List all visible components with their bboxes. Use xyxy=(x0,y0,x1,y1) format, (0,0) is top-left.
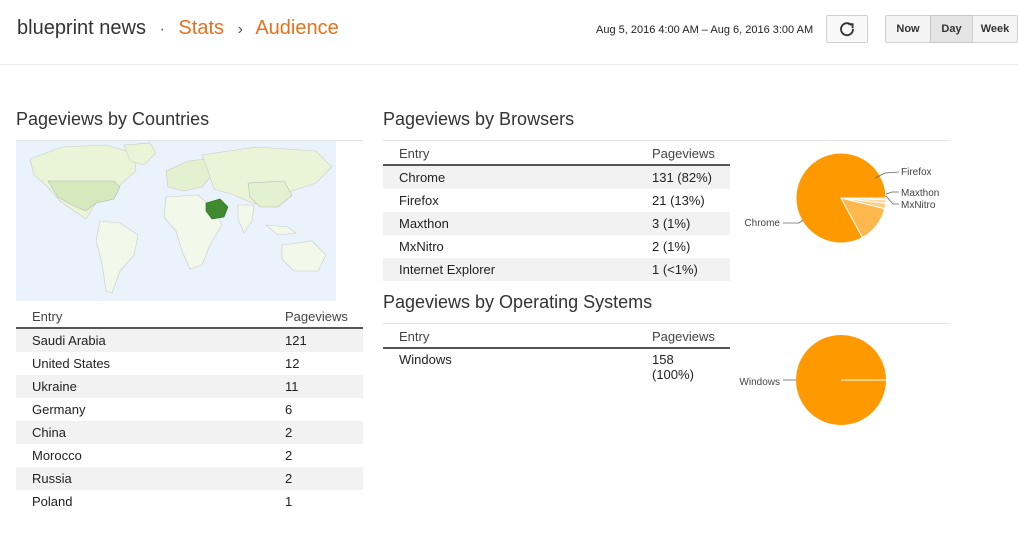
pie-label-mxnitro: MxNitro xyxy=(901,200,936,211)
table-row[interactable]: Maxthon 3 (1%) xyxy=(383,212,730,235)
pageviews-cell: 131 (82%) xyxy=(652,165,730,189)
column-pageviews: Pageviews xyxy=(285,305,363,329)
entry-cell: Ukraine xyxy=(16,375,285,398)
pageviews-cell: 2 xyxy=(285,421,363,444)
table-row[interactable]: MxNitro 2 (1%) xyxy=(383,235,730,258)
column-pageviews: Pageviews xyxy=(652,142,730,166)
pageviews-cell: 21 (13%) xyxy=(652,193,705,208)
pageviews-percent: (100%) xyxy=(652,367,694,382)
browsers-rule xyxy=(383,140,950,141)
pageviews-cell: 1 xyxy=(285,494,293,509)
pie-label-windows: Windows xyxy=(739,377,780,388)
countries-table: Entry Pageviews Saudi Arabia 121 United … xyxy=(16,305,363,513)
breadcrumb-stats[interactable]: Stats xyxy=(178,17,224,39)
pageviews-cell: 6 xyxy=(285,402,293,417)
refresh-button[interactable] xyxy=(826,15,868,43)
pageviews-cell: 121 xyxy=(285,328,363,352)
pageviews-cell: 2 xyxy=(285,448,293,463)
entry-cell: Firefox xyxy=(399,193,439,208)
entry-cell: China xyxy=(16,421,285,444)
pageviews-cell: 1 (<1%) xyxy=(652,258,730,281)
pageviews-cell: 2 (1%) xyxy=(652,239,691,254)
range-week-button[interactable]: Week xyxy=(972,15,1018,43)
table-row[interactable]: Saudi Arabia 121 xyxy=(16,328,363,352)
table-row[interactable]: Ukraine 11 xyxy=(16,375,363,398)
entry-cell: Windows xyxy=(399,352,452,367)
pie-leader-line xyxy=(885,195,899,205)
pie-label-chrome: Chrome xyxy=(744,218,780,229)
entry-cell: Germany xyxy=(32,402,86,417)
pie-leader-line xyxy=(885,191,899,195)
table-row[interactable]: Firefox 21 (13%) xyxy=(383,189,730,212)
os-rule xyxy=(383,323,950,324)
range-day-button[interactable]: Day xyxy=(930,15,973,43)
table-row[interactable]: Poland 1 xyxy=(16,490,363,513)
column-entry: Entry xyxy=(383,325,652,349)
entry-cell: Internet Explorer xyxy=(383,258,652,281)
countries-title: Pageviews by Countries xyxy=(16,109,210,129)
browsers-table: Entry Pageviews Chrome 131 (82%) Firefox… xyxy=(383,142,730,281)
pie-label-firefox: Firefox xyxy=(901,167,932,178)
pie-leader-line xyxy=(783,219,804,224)
breadcrumb-arrow: › xyxy=(237,21,243,38)
os-table: Entry Pageviews Windows 158 (100%) xyxy=(383,325,730,392)
browsers-table-header: Entry Pageviews xyxy=(383,142,730,166)
table-row[interactable]: Windows 158 (100%) xyxy=(383,348,730,392)
world-map-graphic xyxy=(16,141,336,301)
pageviews-cell: 11 xyxy=(285,375,363,398)
column-entry: Entry xyxy=(383,142,652,166)
site-name[interactable]: blueprint news xyxy=(17,17,146,39)
pageviews-cell: 12 xyxy=(285,356,300,371)
refresh-icon xyxy=(840,22,854,37)
os-table-header: Entry Pageviews xyxy=(383,325,730,349)
breadcrumb: blueprint news · Stats › Audience xyxy=(17,17,339,40)
table-row[interactable]: United States 12 xyxy=(16,352,363,375)
browsers-title: Pageviews by Browsers xyxy=(383,109,575,129)
entry-cell: MxNitro xyxy=(399,239,444,254)
table-row[interactable]: Chrome 131 (82%) xyxy=(383,165,730,189)
entry-cell: United States xyxy=(32,356,111,371)
breadcrumb-dot: · xyxy=(159,21,165,38)
entry-cell: Russia xyxy=(16,467,285,490)
range-now-button[interactable]: Now xyxy=(885,15,931,43)
column-entry: Entry xyxy=(16,305,285,329)
table-row[interactable]: Russia 2 xyxy=(16,467,363,490)
entry-cell: Morocco xyxy=(32,448,82,463)
breadcrumb-audience[interactable]: Audience xyxy=(255,17,338,39)
entry-cell: Saudi Arabia xyxy=(16,328,285,352)
pageviews-cell: 158 (100%) xyxy=(652,348,730,392)
entry-cell: Maxthon xyxy=(383,212,652,235)
table-row[interactable]: Internet Explorer 1 (<1%) xyxy=(383,258,730,281)
top-header: blueprint news · Stats › Audience Aug 5,… xyxy=(0,0,1018,65)
os-title: Pageviews by Operating Systems xyxy=(383,292,653,312)
pageviews-cell: 3 (1%) xyxy=(652,212,730,235)
table-row[interactable]: Germany 6 xyxy=(16,398,363,421)
table-row[interactable]: Morocco 2 xyxy=(16,444,363,467)
entry-cell: Chrome xyxy=(383,165,652,189)
pageviews-count: 158 xyxy=(652,352,674,367)
pageviews-cell: 2 xyxy=(285,467,363,490)
countries-table-header: Entry Pageviews xyxy=(16,305,363,329)
date-range: Aug 5, 2016 4:00 AM – Aug 6, 2016 3:00 A… xyxy=(596,24,814,36)
browsers-pie-chart[interactable]: Chrome Firefox MaxthonMxNitro xyxy=(735,148,950,252)
pie-label-maxthon: Maxthon xyxy=(901,188,939,199)
table-row[interactable]: China 2 xyxy=(16,421,363,444)
column-pageviews: Pageviews xyxy=(652,325,730,349)
world-map[interactable] xyxy=(16,141,336,301)
os-pie-chart[interactable]: Windows xyxy=(735,332,950,436)
entry-cell: Poland xyxy=(32,494,73,509)
